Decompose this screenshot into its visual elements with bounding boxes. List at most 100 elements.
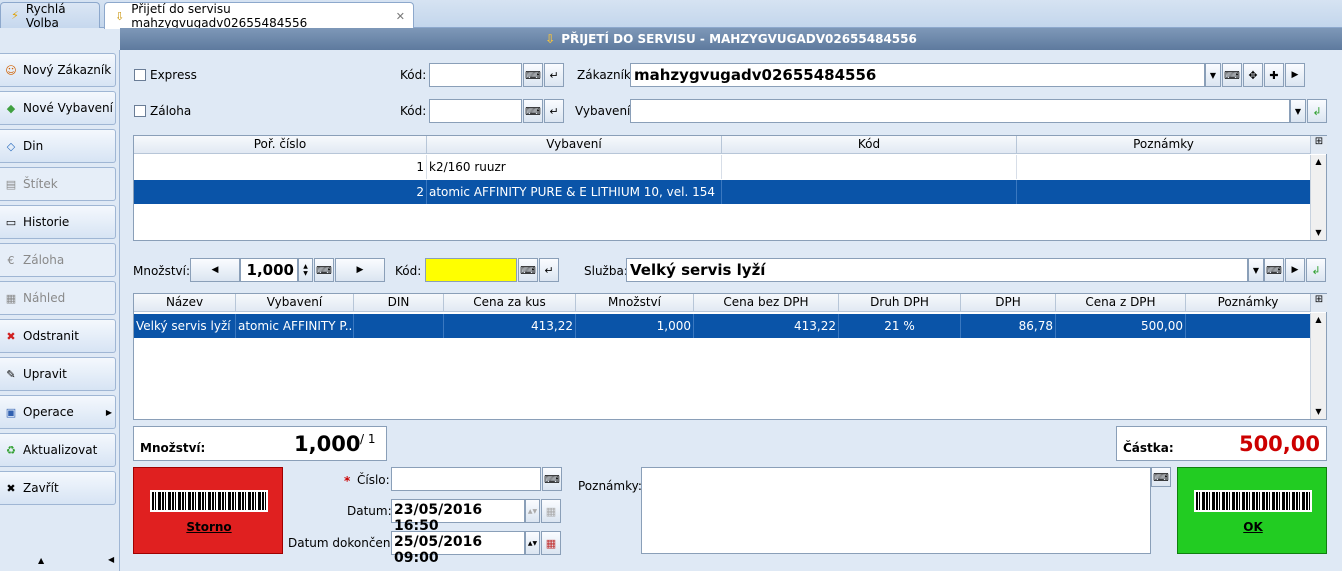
vybaveni-input[interactable] — [630, 99, 1290, 123]
collapse-left-icon[interactable]: ◀ — [108, 555, 114, 564]
services-table: Název Vybavení DIN Cena za kus Množství … — [133, 293, 1327, 420]
decrease-button[interactable]: ◀ — [190, 258, 240, 282]
column-header[interactable]: Cena bez DPH — [694, 294, 839, 312]
refresh-icon: ♻ — [6, 443, 16, 457]
scroll-down-icon[interactable]: ▼ — [1311, 405, 1326, 419]
spin-icon[interactable]: ▲▼ — [525, 499, 540, 523]
column-header[interactable]: Poznámky — [1017, 136, 1311, 154]
table-row-selected[interactable]: 2 atomic AFFINITY PURE & E LITHIUM 10, v… — [134, 180, 1311, 204]
storno-button[interactable]: Storno — [133, 467, 283, 554]
scrollbar[interactable]: ▲ ▼ — [1310, 155, 1326, 240]
keyboard-icon[interactable]: ⌨ — [518, 258, 538, 282]
add-icon[interactable]: ✚ — [1264, 63, 1284, 87]
sidebar-item-odstranit[interactable]: ✖ Odstranit — [0, 319, 116, 353]
summary-mnozstvi-count: / 1 — [360, 432, 376, 446]
increase-button[interactable]: ▶ — [335, 258, 385, 282]
sluzba-input[interactable]: Velký servis lyží — [626, 258, 1248, 282]
keyboard-icon[interactable]: ⌨ — [1222, 63, 1242, 87]
column-chooser-icon[interactable]: ⊞ — [1311, 136, 1327, 154]
table-row-selected[interactable]: Velký servis lyží atomic AFFINITY P... 4… — [134, 314, 1311, 338]
enter-icon[interactable]: ↵ — [544, 63, 564, 87]
kod-input-1[interactable] — [429, 63, 522, 87]
sidebar-item-operace[interactable]: ▣ Operace ▶ — [0, 395, 116, 429]
column-header[interactable]: DPH — [961, 294, 1056, 312]
column-header[interactable]: Cena za kus — [444, 294, 576, 312]
confirm-icon[interactable]: ↲ — [1306, 258, 1326, 282]
poznamky-textarea[interactable] — [641, 467, 1151, 554]
chevron-down-icon[interactable]: ▼ — [1248, 258, 1264, 282]
kod-label: Kód: — [400, 104, 427, 118]
column-header[interactable]: Název — [134, 294, 236, 312]
new-customer-icon: ☺ — [5, 63, 17, 77]
tab-close-icon[interactable]: ✕ — [396, 10, 405, 23]
sidebar-item-label: Záloha — [23, 253, 65, 267]
mnozstvi-input[interactable]: 1,000 — [240, 258, 298, 282]
cell-vybaveni: atomic AFFINITY P... — [236, 314, 354, 338]
chevron-down-icon[interactable]: ▼ — [1205, 63, 1221, 87]
kod-service-input[interactable] — [425, 258, 517, 282]
zaloha-checkbox[interactable] — [134, 105, 146, 117]
keyboard-icon[interactable]: ⌨ — [314, 258, 334, 282]
spin-icon[interactable]: ▲▼ — [525, 531, 540, 555]
sidebar-item-stitek[interactable]: ▤ Štítek — [0, 167, 116, 201]
kod-input-2[interactable] — [429, 99, 522, 123]
sidebar-item-novy-zakaznik[interactable]: ☺ Nový Zákazník — [0, 53, 116, 87]
express-label: Express — [150, 68, 197, 82]
next-icon[interactable]: ▶ — [1285, 258, 1305, 282]
move-icon[interactable]: ✥ — [1243, 63, 1263, 87]
sidebar-item-aktualizovat[interactable]: ♻ Aktualizovat — [0, 433, 116, 467]
scroll-up-icon[interactable]: ▲ — [1311, 155, 1326, 169]
column-header[interactable]: Kód — [722, 136, 1017, 154]
table-row[interactable]: 1 k2/160 ruuzr — [134, 155, 1311, 179]
ok-button[interactable]: OK — [1177, 467, 1327, 554]
column-header[interactable]: Množství — [576, 294, 694, 312]
scroll-up-icon[interactable]: ▲ — [38, 556, 44, 565]
enter-icon[interactable]: ↵ — [544, 99, 564, 123]
submenu-arrow-icon: ▶ — [105, 407, 112, 417]
sidebar-item-label: Nový Zákazník — [23, 63, 112, 77]
calendar-icon[interactable]: ▦ — [541, 499, 561, 523]
operations-icon: ▣ — [5, 405, 17, 419]
column-header[interactable]: Poř. číslo — [134, 136, 427, 154]
column-header[interactable]: Druh DPH — [839, 294, 961, 312]
sidebar-item-nahled[interactable]: ▦ Náhled — [0, 281, 116, 315]
vybaveni-label: Vybavení: — [575, 104, 635, 118]
scrollbar[interactable]: ▲ ▼ — [1310, 313, 1326, 419]
sidebar-item-zavrit[interactable]: ✖ Zavřít — [0, 471, 116, 505]
datum-input[interactable]: 23/05/2016 16:50 — [391, 499, 525, 534]
sidebar: ☺ Nový Zákazník ◆ Nové Vybavení ◇ Din ▤ Štít… — [0, 50, 120, 571]
tab-rychla-volba[interactable]: ⚡ Rychlá Volba — [0, 2, 100, 30]
enter-icon[interactable]: ↵ — [539, 258, 559, 282]
keyboard-icon[interactable]: ⌨ — [1151, 467, 1171, 487]
keyboard-icon[interactable]: ⌨ — [1264, 258, 1284, 282]
column-header[interactable]: Vybavení — [236, 294, 354, 312]
kod-label: Kód: — [395, 264, 422, 278]
keyboard-icon[interactable]: ⌨ — [542, 467, 562, 491]
chevron-down-icon[interactable]: ▼ — [1290, 99, 1306, 123]
sidebar-item-zaloha[interactable]: € Záloha — [0, 243, 116, 277]
confirm-icon[interactable]: ↲ — [1307, 99, 1327, 123]
sidebar-item-upravit[interactable]: ✎ Upravit — [0, 357, 116, 391]
cislo-input[interactable] — [391, 467, 541, 491]
zakaznik-input[interactable]: mahzygvugadv02655484556 — [630, 63, 1205, 87]
next-icon[interactable]: ▶ — [1285, 63, 1305, 87]
sidebar-item-din[interactable]: ◇ Din — [0, 129, 116, 163]
column-header[interactable]: Cena z DPH — [1056, 294, 1186, 312]
keyboard-icon[interactable]: ⌨ — [523, 63, 543, 87]
keyboard-icon[interactable]: ⌨ — [523, 99, 543, 123]
express-checkbox[interactable] — [134, 69, 146, 81]
tab-prijeti-do-servisu[interactable]: ⇩ Přijetí do servisu mahzygvugadv0265548… — [104, 2, 414, 30]
column-chooser-icon[interactable]: ⊞ — [1311, 294, 1327, 312]
column-header[interactable]: Poznámky — [1186, 294, 1311, 312]
scroll-down-icon[interactable]: ▼ — [1311, 226, 1326, 240]
sidebar-item-historie[interactable]: ▭ Historie — [0, 205, 116, 239]
column-header[interactable]: Vybavení — [427, 136, 722, 154]
cell-kod — [722, 180, 1017, 204]
column-header[interactable]: DIN — [354, 294, 444, 312]
scroll-up-icon[interactable]: ▲ — [1311, 313, 1326, 327]
spin-icon[interactable]: ▲▼ — [298, 258, 313, 282]
datum-dokonceni-input[interactable]: 25/05/2016 09:00 — [391, 531, 525, 566]
poznamky-label: Poznámky: — [578, 479, 642, 493]
sidebar-item-nove-vybaveni[interactable]: ◆ Nové Vybavení — [0, 91, 116, 125]
calendar-icon[interactable]: ▦ — [541, 531, 561, 555]
